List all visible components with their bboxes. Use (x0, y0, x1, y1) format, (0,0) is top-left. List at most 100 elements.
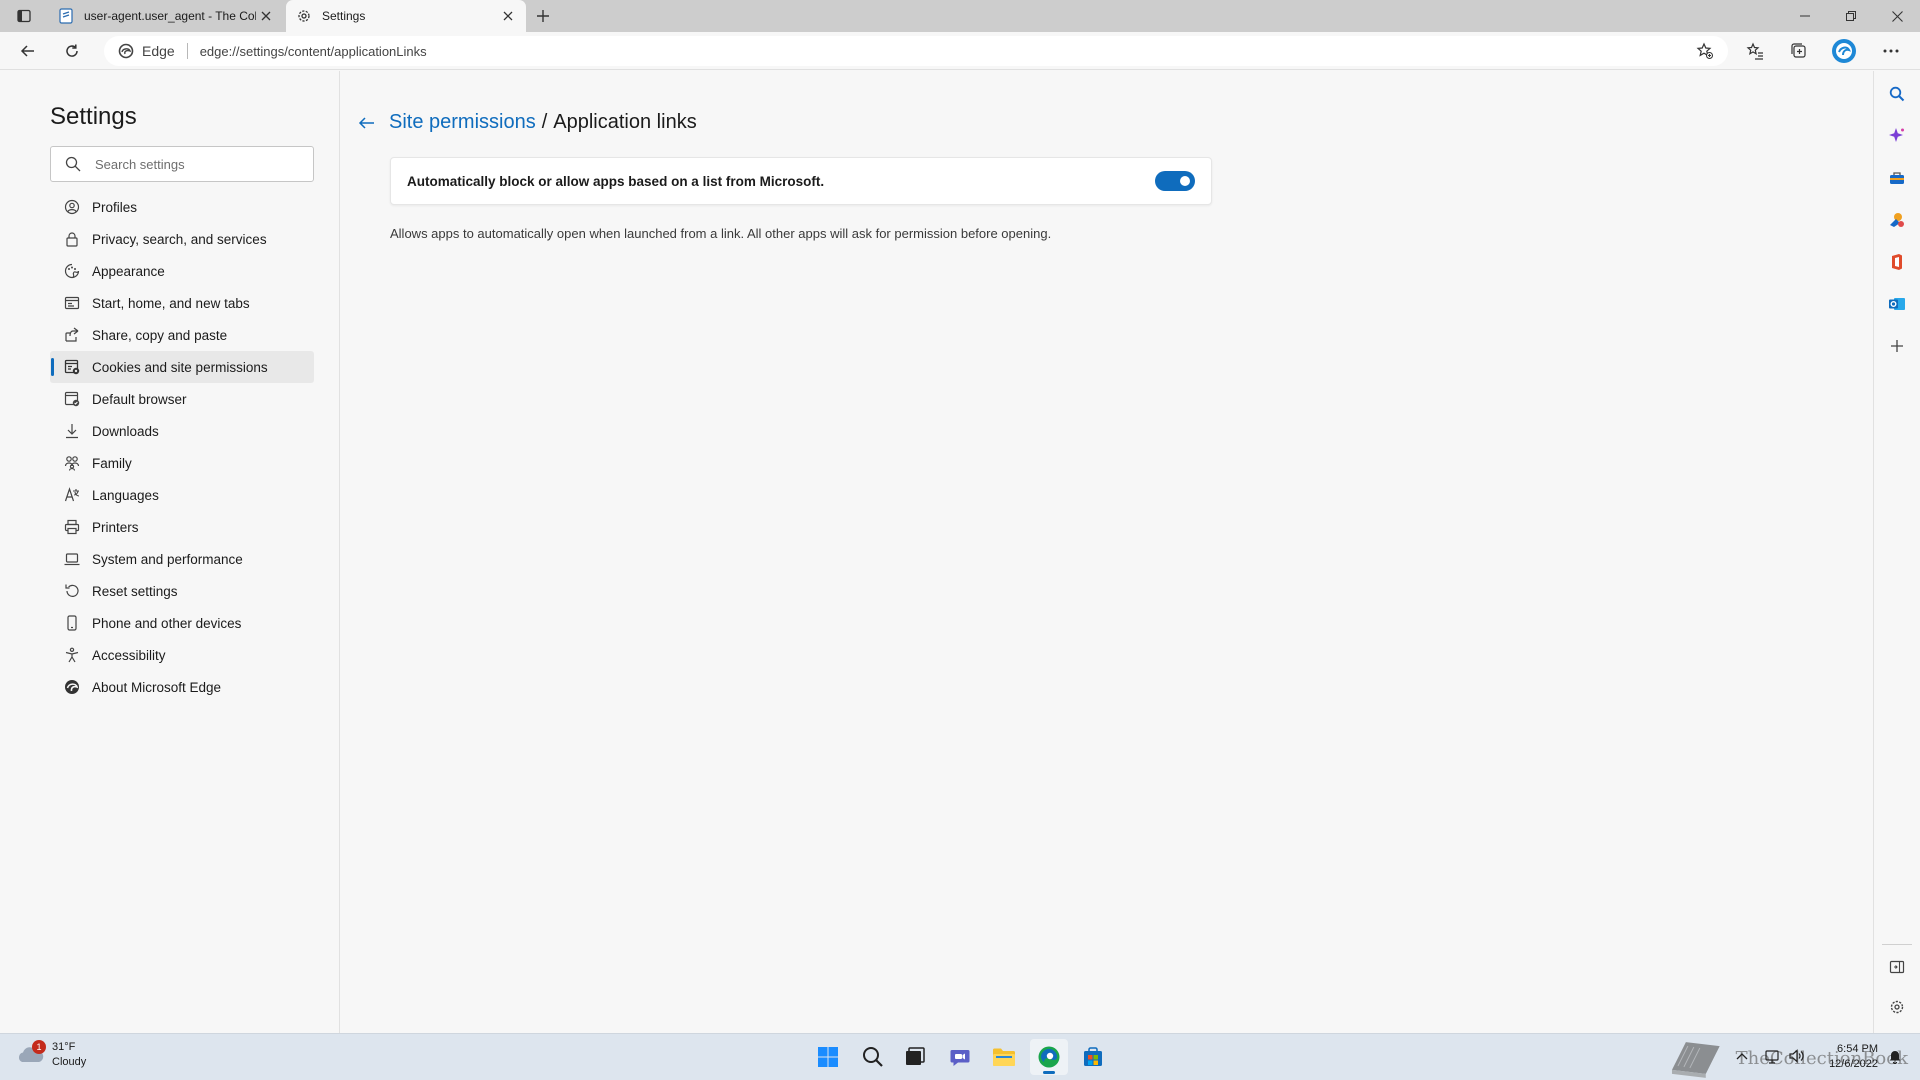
refresh-button[interactable] (57, 37, 87, 65)
network-button[interactable] (1762, 1046, 1782, 1066)
add-favorite-button[interactable] (1690, 38, 1720, 64)
nav-item-label: Cookies and site permissions (92, 359, 268, 375)
settings-content: Site permissions / Application links Aut… (341, 71, 1873, 1033)
show-hidden-icons-button[interactable] (1732, 1046, 1752, 1066)
close-tab-button[interactable] (498, 6, 518, 26)
new-tab-button[interactable] (530, 4, 556, 28)
tab-settings[interactable]: Settings (286, 0, 526, 32)
url-text[interactable]: edge://settings/content/applicationLinks (200, 44, 1690, 59)
close-window-button[interactable] (1874, 0, 1920, 32)
edge-sidebar (1873, 71, 1920, 1033)
tab-title: user-agent.user_agent - The Coll (84, 9, 256, 23)
application-links-toggle[interactable] (1155, 171, 1195, 191)
tab-actions-button[interactable] (10, 5, 38, 27)
taskbar-search-button[interactable] (854, 1039, 892, 1075)
edge-icon (118, 43, 134, 59)
back-button[interactable] (13, 37, 43, 65)
file-explorer-button[interactable] (985, 1039, 1023, 1075)
download-icon (63, 422, 81, 440)
volume-button[interactable] (1786, 1046, 1806, 1066)
clock[interactable]: 6:54 PM 12/6/2022 (1818, 1042, 1878, 1072)
phone-icon (63, 614, 81, 632)
nav-item-share-copy-paste[interactable]: Share, copy and paste (50, 319, 314, 351)
nav-item-phone-devices[interactable]: Phone and other devices (50, 607, 314, 639)
nav-item-cookies-site-permissions[interactable]: Cookies and site permissions (50, 351, 314, 383)
sidebar-tools-button[interactable] (1882, 163, 1912, 193)
nav-item-label: Privacy, search, and services (92, 231, 267, 247)
tab-user-agent[interactable]: user-agent.user_agent - The Coll (46, 0, 284, 32)
sidebar-office-button[interactable] (1882, 247, 1912, 277)
clock-date: 12/6/2022 (1829, 1058, 1878, 1070)
nav-item-label: Phone and other devices (92, 615, 242, 631)
nav-item-accessibility[interactable]: Accessibility (50, 639, 314, 671)
office-icon (1892, 254, 1902, 270)
task-view-icon (906, 1047, 925, 1065)
nav-item-system-performance[interactable]: System and performance (50, 543, 314, 575)
profile-button[interactable] (1829, 37, 1859, 65)
sparkle-icon (1889, 128, 1904, 142)
restore-icon (1846, 11, 1856, 21)
collections-button[interactable] (1784, 37, 1814, 65)
address-bar[interactable]: Edge edge://settings/content/application… (104, 36, 1728, 66)
teams-chat-button[interactable] (941, 1039, 979, 1075)
star-add-icon (1696, 42, 1713, 59)
microsoft-store-button[interactable] (1074, 1039, 1112, 1075)
nav-item-label: System and performance (92, 551, 243, 567)
more-options-button[interactable] (1876, 37, 1906, 65)
start-button[interactable] (809, 1039, 847, 1075)
breadcrumb-separator: / (541, 111, 548, 133)
sidebar-discover-button[interactable] (1882, 121, 1912, 151)
sidebar-outlook-button[interactable] (1882, 289, 1912, 319)
back-to-site-permissions-button[interactable] (357, 113, 377, 133)
nav-item-start-home[interactable]: Start, home, and new tabs (50, 287, 314, 319)
weather-widget[interactable]: 1 31°F Cloudy (16, 1040, 86, 1070)
minimize-icon (1800, 15, 1810, 17)
nav-item-languages[interactable]: Languages (50, 479, 314, 511)
hide-sidebar-icon (1889, 960, 1905, 974)
sidebar-search-button[interactable] (1882, 79, 1912, 109)
sidebar-add-button[interactable] (1882, 331, 1912, 361)
site-identity-label: Edge (142, 43, 175, 59)
laptop-icon (63, 550, 81, 568)
nav-item-downloads[interactable]: Downloads (50, 415, 314, 447)
close-tab-button[interactable] (256, 6, 276, 26)
divider (186, 43, 188, 59)
nav-item-reset-settings[interactable]: Reset settings (50, 575, 314, 607)
minimize-button[interactable] (1782, 0, 1828, 32)
nav-item-family[interactable]: Family (50, 447, 314, 479)
family-icon (63, 454, 81, 472)
sidebar-games-button[interactable] (1882, 205, 1912, 235)
speaker-icon (1789, 1049, 1804, 1063)
refresh-icon (66, 44, 78, 57)
start-icon (63, 294, 81, 312)
nav-item-appearance[interactable]: Appearance (50, 255, 314, 287)
nav-item-profiles[interactable]: Profiles (50, 191, 314, 223)
nav-item-label: Share, copy and paste (92, 327, 228, 343)
search-input[interactable] (95, 156, 295, 172)
edge-taskbar-button[interactable] (1030, 1039, 1068, 1075)
book-icon (1671, 1042, 1720, 1078)
browser-icon (63, 390, 81, 408)
tab-actions-icon (17, 9, 31, 23)
notifications-button[interactable] (1885, 1046, 1905, 1066)
nav-item-privacy[interactable]: Privacy, search, and services (50, 223, 314, 255)
sidebar-hide-button[interactable] (1882, 952, 1912, 982)
site-identity[interactable]: Edge (104, 43, 175, 59)
gear-icon (296, 8, 312, 24)
restore-button[interactable] (1828, 0, 1874, 32)
favorites-button[interactable] (1740, 37, 1770, 65)
nav-item-printers[interactable]: Printers (50, 511, 314, 543)
edge-icon (1038, 1046, 1060, 1068)
nav-item-default-browser[interactable]: Default browser (50, 383, 314, 415)
collections-icon (1791, 43, 1806, 58)
breadcrumb-site-permissions-link[interactable]: Site permissions (389, 111, 536, 134)
task-view-button[interactable] (896, 1039, 934, 1075)
chat-icon (950, 1050, 970, 1066)
avatar-icon (1832, 39, 1856, 63)
search-settings-box[interactable] (50, 146, 314, 182)
ellipsis-icon (1883, 49, 1899, 53)
sidebar-settings-button[interactable] (1882, 992, 1912, 1022)
arrow-left-icon (358, 116, 374, 129)
breadcrumb: Site permissions / Application links (357, 111, 697, 134)
nav-item-about-edge[interactable]: About Microsoft Edge (50, 671, 314, 703)
